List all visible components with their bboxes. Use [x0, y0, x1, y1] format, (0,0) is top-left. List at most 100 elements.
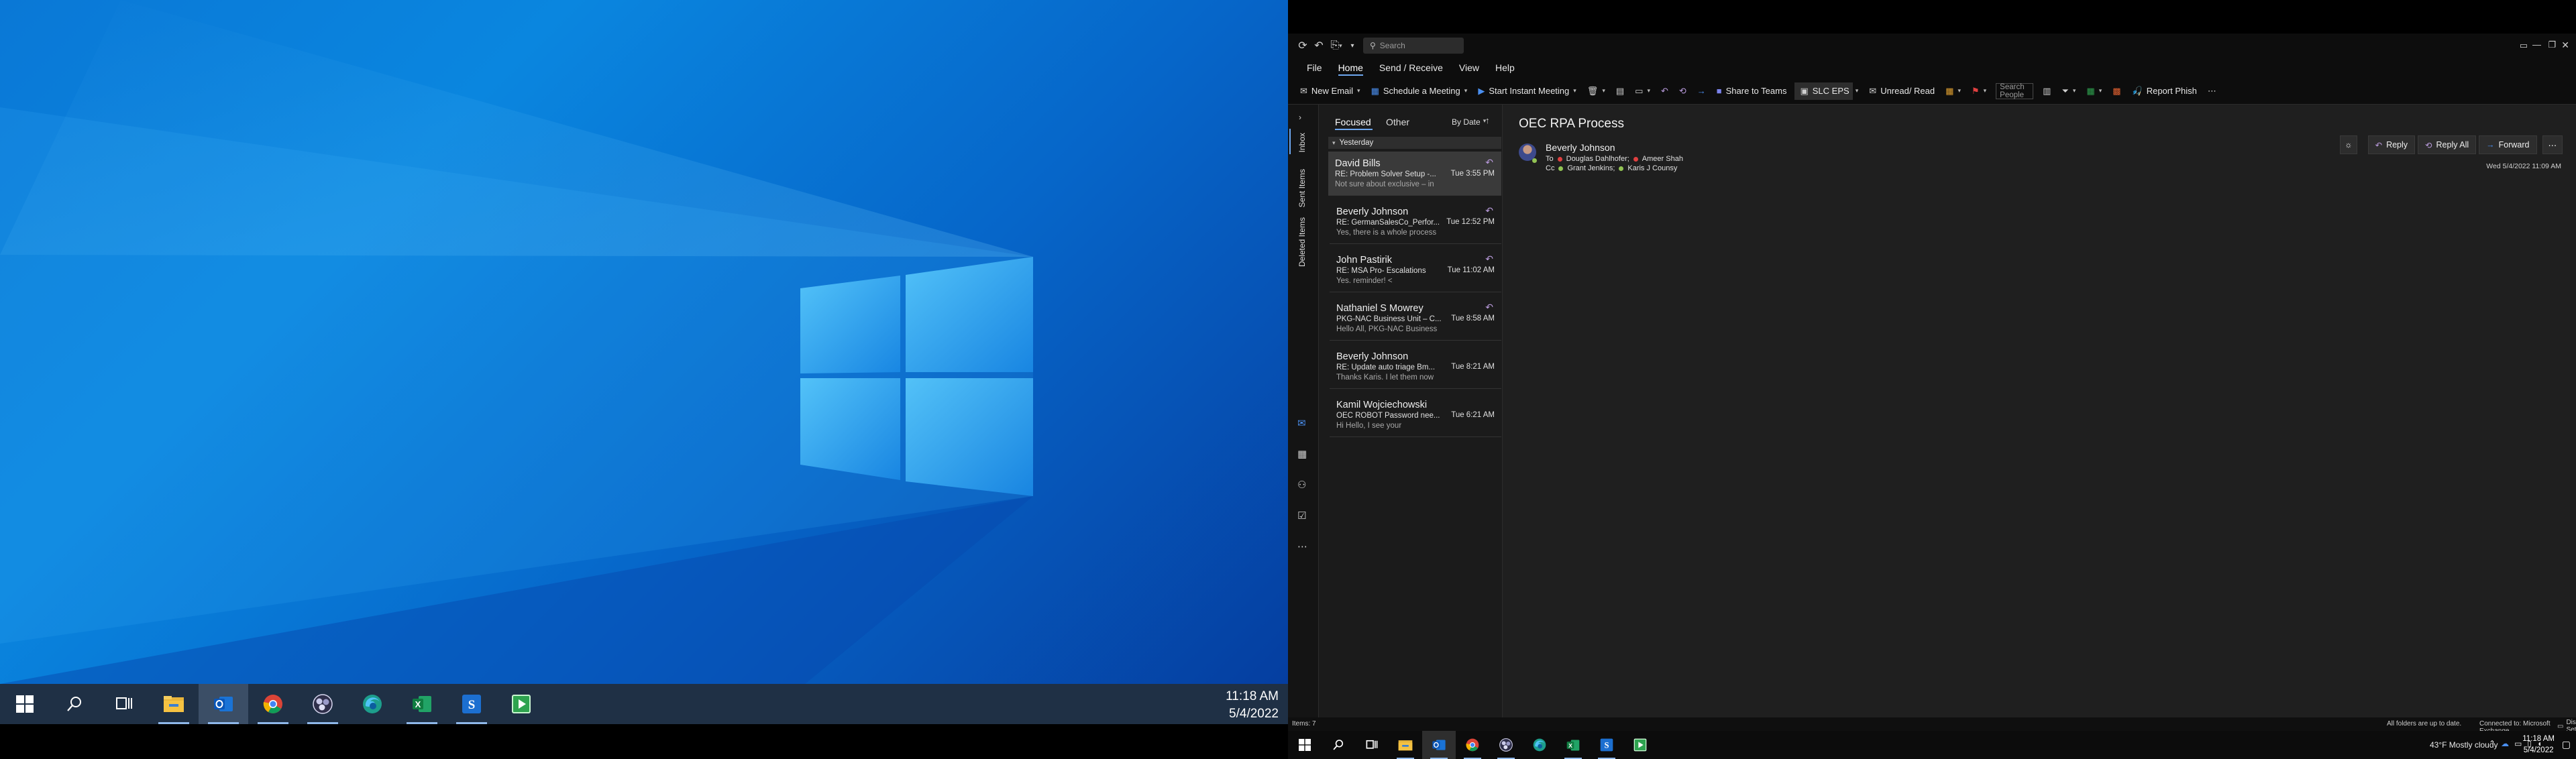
email-sender[interactable]: Beverly Johnson	[1546, 142, 1615, 153]
to-recipient[interactable]: Douglas Dahlhofer;	[1566, 155, 1629, 163]
tab-home[interactable]: Home	[1330, 58, 1371, 78]
reply-all-ribbon-button[interactable]: ⟲	[1674, 78, 1692, 105]
customize-toolbar-icon[interactable]: ▾	[1348, 42, 1356, 50]
report-phish-button[interactable]: 🎣 Report Phish	[2127, 78, 2202, 105]
left-clock[interactable]: 11:18 AM 5/4/2022	[1226, 688, 1279, 723]
reply-ribbon-button[interactable]: ↶	[1656, 78, 1674, 105]
sync-icon[interactable]: ⟳	[1297, 39, 1308, 52]
office-addin-button[interactable]: ▩	[2107, 78, 2126, 105]
network-icon[interactable]: ▭	[2514, 739, 2522, 748]
list-item[interactable]: Nathaniel S Mowrey PKG-NAC Business Unit…	[1330, 296, 1501, 341]
notification-icon[interactable]: ▢	[2562, 739, 2571, 750]
more-actions-button[interactable]: ⋯	[2542, 135, 2563, 154]
calendar-icon[interactable]: ▦	[1297, 448, 1307, 460]
onedrive-icon[interactable]: ☁	[2501, 739, 2509, 748]
people-icon[interactable]: ⚇	[1297, 479, 1306, 491]
tab-other[interactable]: Other	[1386, 117, 1409, 127]
taskbar-media-player[interactable]	[496, 684, 546, 724]
folder-sent-items[interactable]: Sent Items	[1297, 169, 1307, 207]
taskbar-outlook[interactable]	[199, 684, 248, 724]
cc-recipient[interactable]: Karis J Counsy	[1627, 164, 1677, 172]
reply-all-button[interactable]: ⟲ Reply All	[2418, 135, 2477, 154]
filter-email-button[interactable]: ⏷ ▾	[2056, 78, 2081, 105]
task-view-button[interactable]	[99, 684, 149, 724]
taskbar-excel[interactable]: X	[397, 684, 447, 724]
email-date: Wed 5/4/2022 11:09 AM	[2486, 162, 2561, 170]
list-item[interactable]: Kamil Wojciechowski OEC ROBOT Password n…	[1330, 393, 1501, 437]
tab-view[interactable]: View	[1451, 58, 1487, 78]
taskbar-edge[interactable]	[1523, 731, 1556, 759]
tasks-icon[interactable]: ☑	[1297, 510, 1306, 522]
tab-help[interactable]: Help	[1487, 58, 1523, 78]
taskbar-file-explorer[interactable]	[149, 684, 199, 724]
archive-button[interactable]: ▤	[1611, 78, 1629, 105]
forward-ribbon-button[interactable]: →	[1692, 78, 1711, 105]
taskbar-media-player[interactable]	[1623, 731, 1657, 759]
chevron-down-icon: ▾	[1464, 87, 1468, 94]
taskbar-chrome[interactable]	[248, 684, 298, 724]
minimize-icon[interactable]: —	[2532, 40, 2541, 50]
title-search-box[interactable]: ⚲ Search	[1363, 38, 1464, 54]
list-item[interactable]: Beverly Johnson RE: GermanSalesCo_Perfor…	[1330, 200, 1501, 244]
taskbar-file-explorer[interactable]	[1389, 731, 1422, 759]
cc-recipient[interactable]: Grant Jenkins;	[1567, 164, 1615, 172]
unread-read-button[interactable]: ✉ Unread/ Read	[1864, 78, 1940, 105]
archive-icon: ▤	[1615, 85, 1625, 96]
address-book-button[interactable]: ▥	[2037, 78, 2056, 105]
folder-deleted-items[interactable]: Deleted Items	[1297, 217, 1307, 267]
chevron-down-icon[interactable]: ▾	[1856, 87, 1859, 95]
taskbar-excel[interactable]: X	[1556, 731, 1590, 759]
taskbar-outlook[interactable]	[1422, 731, 1456, 759]
categorize-button[interactable]: ▦ ▾	[1940, 78, 1966, 105]
ribbon-display-icon[interactable]: ▭	[2520, 40, 2528, 51]
taskbar-chrome[interactable]	[1456, 731, 1489, 759]
folder-inbox[interactable]: Inbox	[1297, 133, 1307, 152]
taskbar-search-button[interactable]	[50, 684, 99, 724]
quick-step-icon[interactable]: ⎘ ▾	[1330, 40, 1343, 52]
chevron-down-icon: ▾	[2098, 87, 2102, 94]
sort-dropdown[interactable]: By Date ▾	[1452, 117, 1486, 127]
taskbar-sharpdesk[interactable]: S	[447, 684, 496, 724]
tab-focused[interactable]: Focused	[1335, 117, 1371, 127]
share-to-teams-button[interactable]: ■ Share to Teams	[1711, 78, 1792, 105]
weather-widget[interactable]: 43°F Mostly cloudy	[2430, 740, 2498, 750]
taskbar-sharpdesk[interactable]: S	[1590, 731, 1623, 759]
list-item[interactable]: Beverly Johnson RE: Update auto triage B…	[1330, 345, 1501, 389]
reply-button[interactable]: ↶ Reply	[2367, 135, 2416, 154]
taskbar-obs[interactable]	[1489, 731, 1523, 759]
follow-up-button[interactable]: ⚑ ▾	[1966, 78, 1992, 105]
tab-file[interactable]: File	[1299, 58, 1330, 78]
start-instant-meeting-button[interactable]: ▶ Start Instant Meeting ▾	[1472, 78, 1581, 105]
move-button[interactable]: ▭ ▾	[1629, 78, 1656, 105]
start-button[interactable]	[0, 684, 50, 724]
taskbar-edge[interactable]	[347, 684, 397, 724]
to-recipient[interactable]: Ameer Shah	[1642, 155, 1683, 163]
forward-button[interactable]: → Forward	[2479, 135, 2537, 154]
forward-label: Forward	[2498, 140, 2530, 150]
list-item[interactable]: David Bills RE: Problem Solver Setup -..…	[1328, 152, 1501, 196]
expand-folder-pane-icon[interactable]: ›	[1299, 113, 1301, 122]
start-button[interactable]	[1288, 731, 1322, 759]
chevron-up-icon[interactable]: ⌃	[2489, 739, 2496, 748]
right-clock[interactable]: 11:18 AM 5/4/2022	[2522, 734, 2555, 756]
sort-direction-icon[interactable]: ↑	[1485, 115, 1490, 125]
search-people-input[interactable]: Search People	[1996, 82, 2034, 99]
sharepoint-button[interactable]: ▦ ▾	[2081, 78, 2107, 105]
task-view-button[interactable]	[1355, 731, 1389, 759]
undo-icon[interactable]: ↶	[1313, 39, 1324, 52]
move-to-folder-box[interactable]: ▣ SLC EPS	[1794, 82, 1853, 100]
tab-send-receive[interactable]: Send / Receive	[1371, 58, 1451, 78]
more-apps-icon[interactable]: ⋯	[1297, 540, 1307, 552]
delete-button[interactable]: 🗑 ▾	[1582, 78, 1611, 105]
restore-icon[interactable]: ❐	[2548, 40, 2556, 50]
more-ribbon-button[interactable]: ⋯	[2202, 78, 2222, 105]
list-item[interactable]: John Pastirik RE: MSA Pro- Escalations Y…	[1330, 248, 1501, 292]
sensitivity-button[interactable]: ☼	[2340, 135, 2357, 154]
group-header-yesterday[interactable]: ▾ Yesterday	[1328, 137, 1501, 149]
schedule-meeting-button[interactable]: ▦ Schedule a Meeting ▾	[1366, 78, 1473, 105]
close-icon[interactable]: ✕	[2561, 40, 2569, 51]
mail-icon[interactable]: ✉	[1297, 417, 1306, 429]
taskbar-search-button[interactable]	[1322, 731, 1355, 759]
new-email-button[interactable]: ✉ New Email ▾	[1295, 78, 1366, 105]
taskbar-obs[interactable]	[298, 684, 347, 724]
